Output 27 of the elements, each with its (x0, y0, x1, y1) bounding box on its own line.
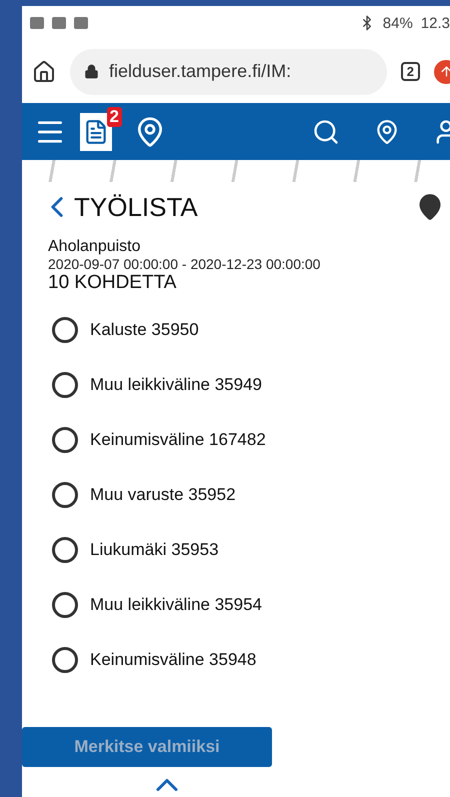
clock: 12.3 (420, 14, 450, 32)
radio-button[interactable] (52, 482, 78, 508)
notification-badge: 2 (106, 106, 122, 126)
item-count: 10 KOHDETTA (48, 272, 178, 294)
item-label[interactable]: Kaluste 35950 (90, 320, 199, 340)
radio-button[interactable] (52, 536, 78, 562)
item-label[interactable]: Muu leikkiväline 35949 (90, 374, 262, 394)
lock-icon (84, 64, 99, 79)
item-label[interactable]: Liukumäki 35953 (90, 540, 219, 560)
battery-level: 84% (382, 14, 413, 32)
radio-button[interactable] (52, 426, 78, 452)
radio-button[interactable] (52, 372, 78, 398)
page-title: TYÖLISTA (74, 192, 199, 222)
date-range: 2020-09-07 00:00:00 - 2020-12-23 00:00:00 (48, 256, 322, 272)
radio-button[interactable] (52, 316, 78, 342)
radio-button[interactable] (52, 592, 78, 618)
search-icon[interactable] (312, 118, 340, 146)
item-label[interactable]: Keinumisväline 167482 (90, 430, 266, 450)
item-label[interactable]: Muu leikkiväline 35954 (90, 594, 262, 614)
item-label[interactable]: Muu varuste 35952 (90, 484, 236, 504)
location-name: Aholanpuisto (48, 238, 142, 256)
document-icon[interactable] (80, 112, 112, 150)
radio-button[interactable] (52, 646, 78, 672)
tab-count[interactable]: 2 (400, 62, 420, 81)
item-label[interactable]: Keinumisväline 35948 (90, 650, 256, 670)
address-bar[interactable]: fielduser.tampere.fi/IM: (70, 48, 387, 94)
home-icon[interactable] (32, 60, 56, 84)
